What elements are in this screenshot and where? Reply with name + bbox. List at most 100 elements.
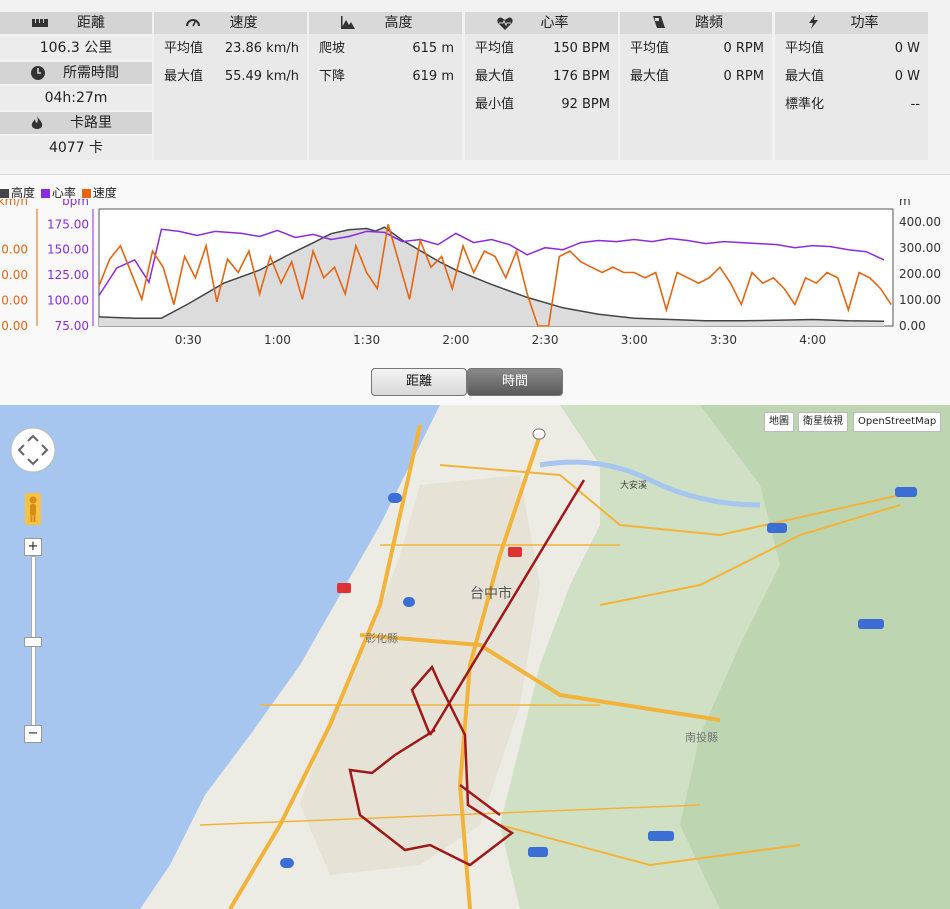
bpm-unit-label: bpm: [62, 199, 89, 208]
calories-value: 4077 卡: [0, 136, 152, 160]
map-canvas[interactable]: 台中市 彰化縣 南投縣 大安溪: [0, 405, 950, 909]
alt-tick-1: 300.00: [899, 241, 941, 255]
shield-bg-8a: [767, 523, 787, 533]
legend-speed-swatch: [81, 189, 91, 198]
cadence-max-row: 最大值 0 RPM: [620, 68, 772, 86]
cadence-label: 踏頻: [695, 15, 723, 31]
hr-max-value: 176 BPM: [553, 69, 610, 84]
flame-icon: [31, 116, 43, 129]
elevation-column: 高度 爬坡 615 m 下降 619 m: [309, 12, 462, 160]
shield-bg-17: [388, 493, 402, 503]
cadence-header: 踏頻: [620, 12, 772, 34]
speed-avg-row: 平均值 23.86 km/h: [154, 40, 307, 58]
zoom-in-button[interactable]: +: [24, 538, 42, 556]
clock-icon: [31, 66, 45, 80]
distance-header: 距離: [0, 12, 152, 34]
legend-speed[interactable]: 速度: [93, 186, 117, 200]
alt-tick-4: 0.00: [899, 319, 926, 333]
climb-label: 爬坡: [319, 41, 346, 56]
hr-avg-row: 平均值 150 BPM: [465, 40, 618, 58]
hr-min-label: 最小值: [475, 97, 515, 112]
speed-header: 速度: [154, 12, 307, 34]
shield-bg-19: [280, 858, 294, 868]
legend-heart-rate[interactable]: 心率: [52, 186, 76, 200]
speed-tick-0: 0.00: [1, 243, 28, 257]
mountain-icon: [341, 16, 355, 29]
pegman-icon[interactable]: [25, 493, 41, 525]
hr-max-row: 最大值 176 BPM: [465, 68, 618, 86]
cadence-avg-row: 平均值 0 RPM: [620, 40, 772, 58]
x-tick-label-0:30: 0:30: [175, 333, 202, 347]
power-norm-row: 標準化 --: [775, 96, 928, 114]
speed-max-row: 最大值 55.49 km/h: [154, 68, 307, 86]
label-daan-river: 大安溪: [620, 479, 647, 491]
duration-value: 04h:27m: [0, 86, 152, 110]
power-norm-value: --: [910, 97, 920, 112]
speed-max-value: 55.49 km/h: [224, 69, 299, 84]
pegman-leg-left: [30, 514, 33, 522]
speed-unit-label: km/h: [0, 199, 28, 208]
speed-column: 速度 平均值 23.86 km/h 最大值 55.49 km/h: [154, 12, 307, 160]
bpm-tick-0: 175.00: [47, 217, 89, 231]
toggle-distance-button[interactable]: 距離: [371, 368, 467, 396]
cadence-max-value: 0 RPM: [723, 69, 765, 84]
speedometer-icon: [186, 19, 200, 27]
map-type-osm-button[interactable]: OpenStreetMap: [853, 412, 942, 432]
power-avg-value: 0 W: [894, 41, 920, 56]
legend-altitude-swatch: [0, 189, 9, 198]
power-avg-label: 平均值: [785, 41, 825, 56]
calories-header: 卡路里: [0, 112, 152, 134]
power-max-label: 最大值: [785, 69, 825, 84]
hr-max-label: 最大值: [475, 69, 515, 84]
legend-hr-swatch: [40, 189, 50, 198]
pegman-body: [30, 504, 36, 515]
cadence-max-label: 最大值: [630, 69, 670, 84]
zoom-out-button[interactable]: −: [24, 725, 42, 743]
lightning-icon: [809, 15, 818, 29]
power-avg-row: 平均值 0 W: [775, 40, 928, 58]
speed-tick-1: 0.00: [1, 268, 28, 282]
shield-bg-1b: [403, 597, 415, 607]
heart-rate-header: 心率: [465, 12, 618, 34]
pan-control[interactable]: [9, 426, 57, 474]
label-changhua: 彰化縣: [365, 631, 398, 645]
map-type-map-button[interactable]: 地圖: [764, 412, 794, 432]
bpm-tick-1: 150.00: [47, 243, 89, 257]
duration-label: 所需時間: [63, 65, 119, 81]
x-tick-label-1:30: 1:30: [353, 333, 380, 347]
chart-panel: 高度 心率 速度 0:30 1:00 1:30 2:00 2:30 3:00 3:30 4:0…: [0, 174, 950, 407]
alt-tick-0: 400.00: [899, 215, 941, 229]
elevation-header: 高度: [309, 12, 462, 34]
descent-label: 下降: [319, 69, 346, 84]
zoom-slider-handle[interactable]: [24, 637, 42, 647]
legend-altitude[interactable]: 高度: [11, 186, 35, 200]
power-header: 功率: [775, 12, 928, 34]
pedal-icon: [653, 16, 665, 28]
hr-avg-value: 150 BPM: [553, 41, 610, 56]
distance-value: 106.3 公里: [0, 36, 152, 60]
activity-chart[interactable]: 0:30 1:00 1:30 2:00 2:30 3:00 3:30 4:00 175.00 15…: [0, 199, 950, 379]
shield-bg-7a: [895, 487, 917, 497]
power-column: 功率 平均值 0 W 最大值 0 W 標準化 --: [775, 12, 928, 160]
speed-tick-2: 0.00: [1, 294, 28, 308]
label-taichung: 台中市: [470, 585, 512, 602]
speed-label: 速度: [229, 15, 258, 31]
bpm-tick-2: 125.00: [47, 268, 89, 282]
route-map[interactable]: 台中市 彰化縣 南投縣 大安溪 地圖 衛星檢視 OpenStreetMap + …: [0, 405, 950, 909]
shield-bg-3a: [528, 847, 548, 857]
descent-value: 619 m: [412, 69, 454, 84]
toggle-time-button[interactable]: 時間: [467, 368, 563, 396]
climb-value: 615 m: [412, 41, 454, 56]
map-type-satellite-button[interactable]: 衛星檢視: [798, 412, 848, 432]
power-label: 功率: [850, 15, 879, 31]
bpm-tick-3: 100.00: [47, 294, 89, 308]
distance-label: 距離: [77, 15, 105, 31]
alt-tick-2: 200.00: [899, 267, 941, 281]
shield-bg-74: [508, 547, 522, 557]
speed-avg-value: 23.86 km/h: [224, 41, 299, 56]
shield-bg-21a: [648, 831, 674, 841]
alt-tick-3: 100.00: [899, 293, 941, 307]
calories-label: 卡路里: [70, 115, 112, 131]
hr-min-value: 92 BPM: [561, 97, 610, 112]
power-max-row: 最大值 0 W: [775, 68, 928, 86]
